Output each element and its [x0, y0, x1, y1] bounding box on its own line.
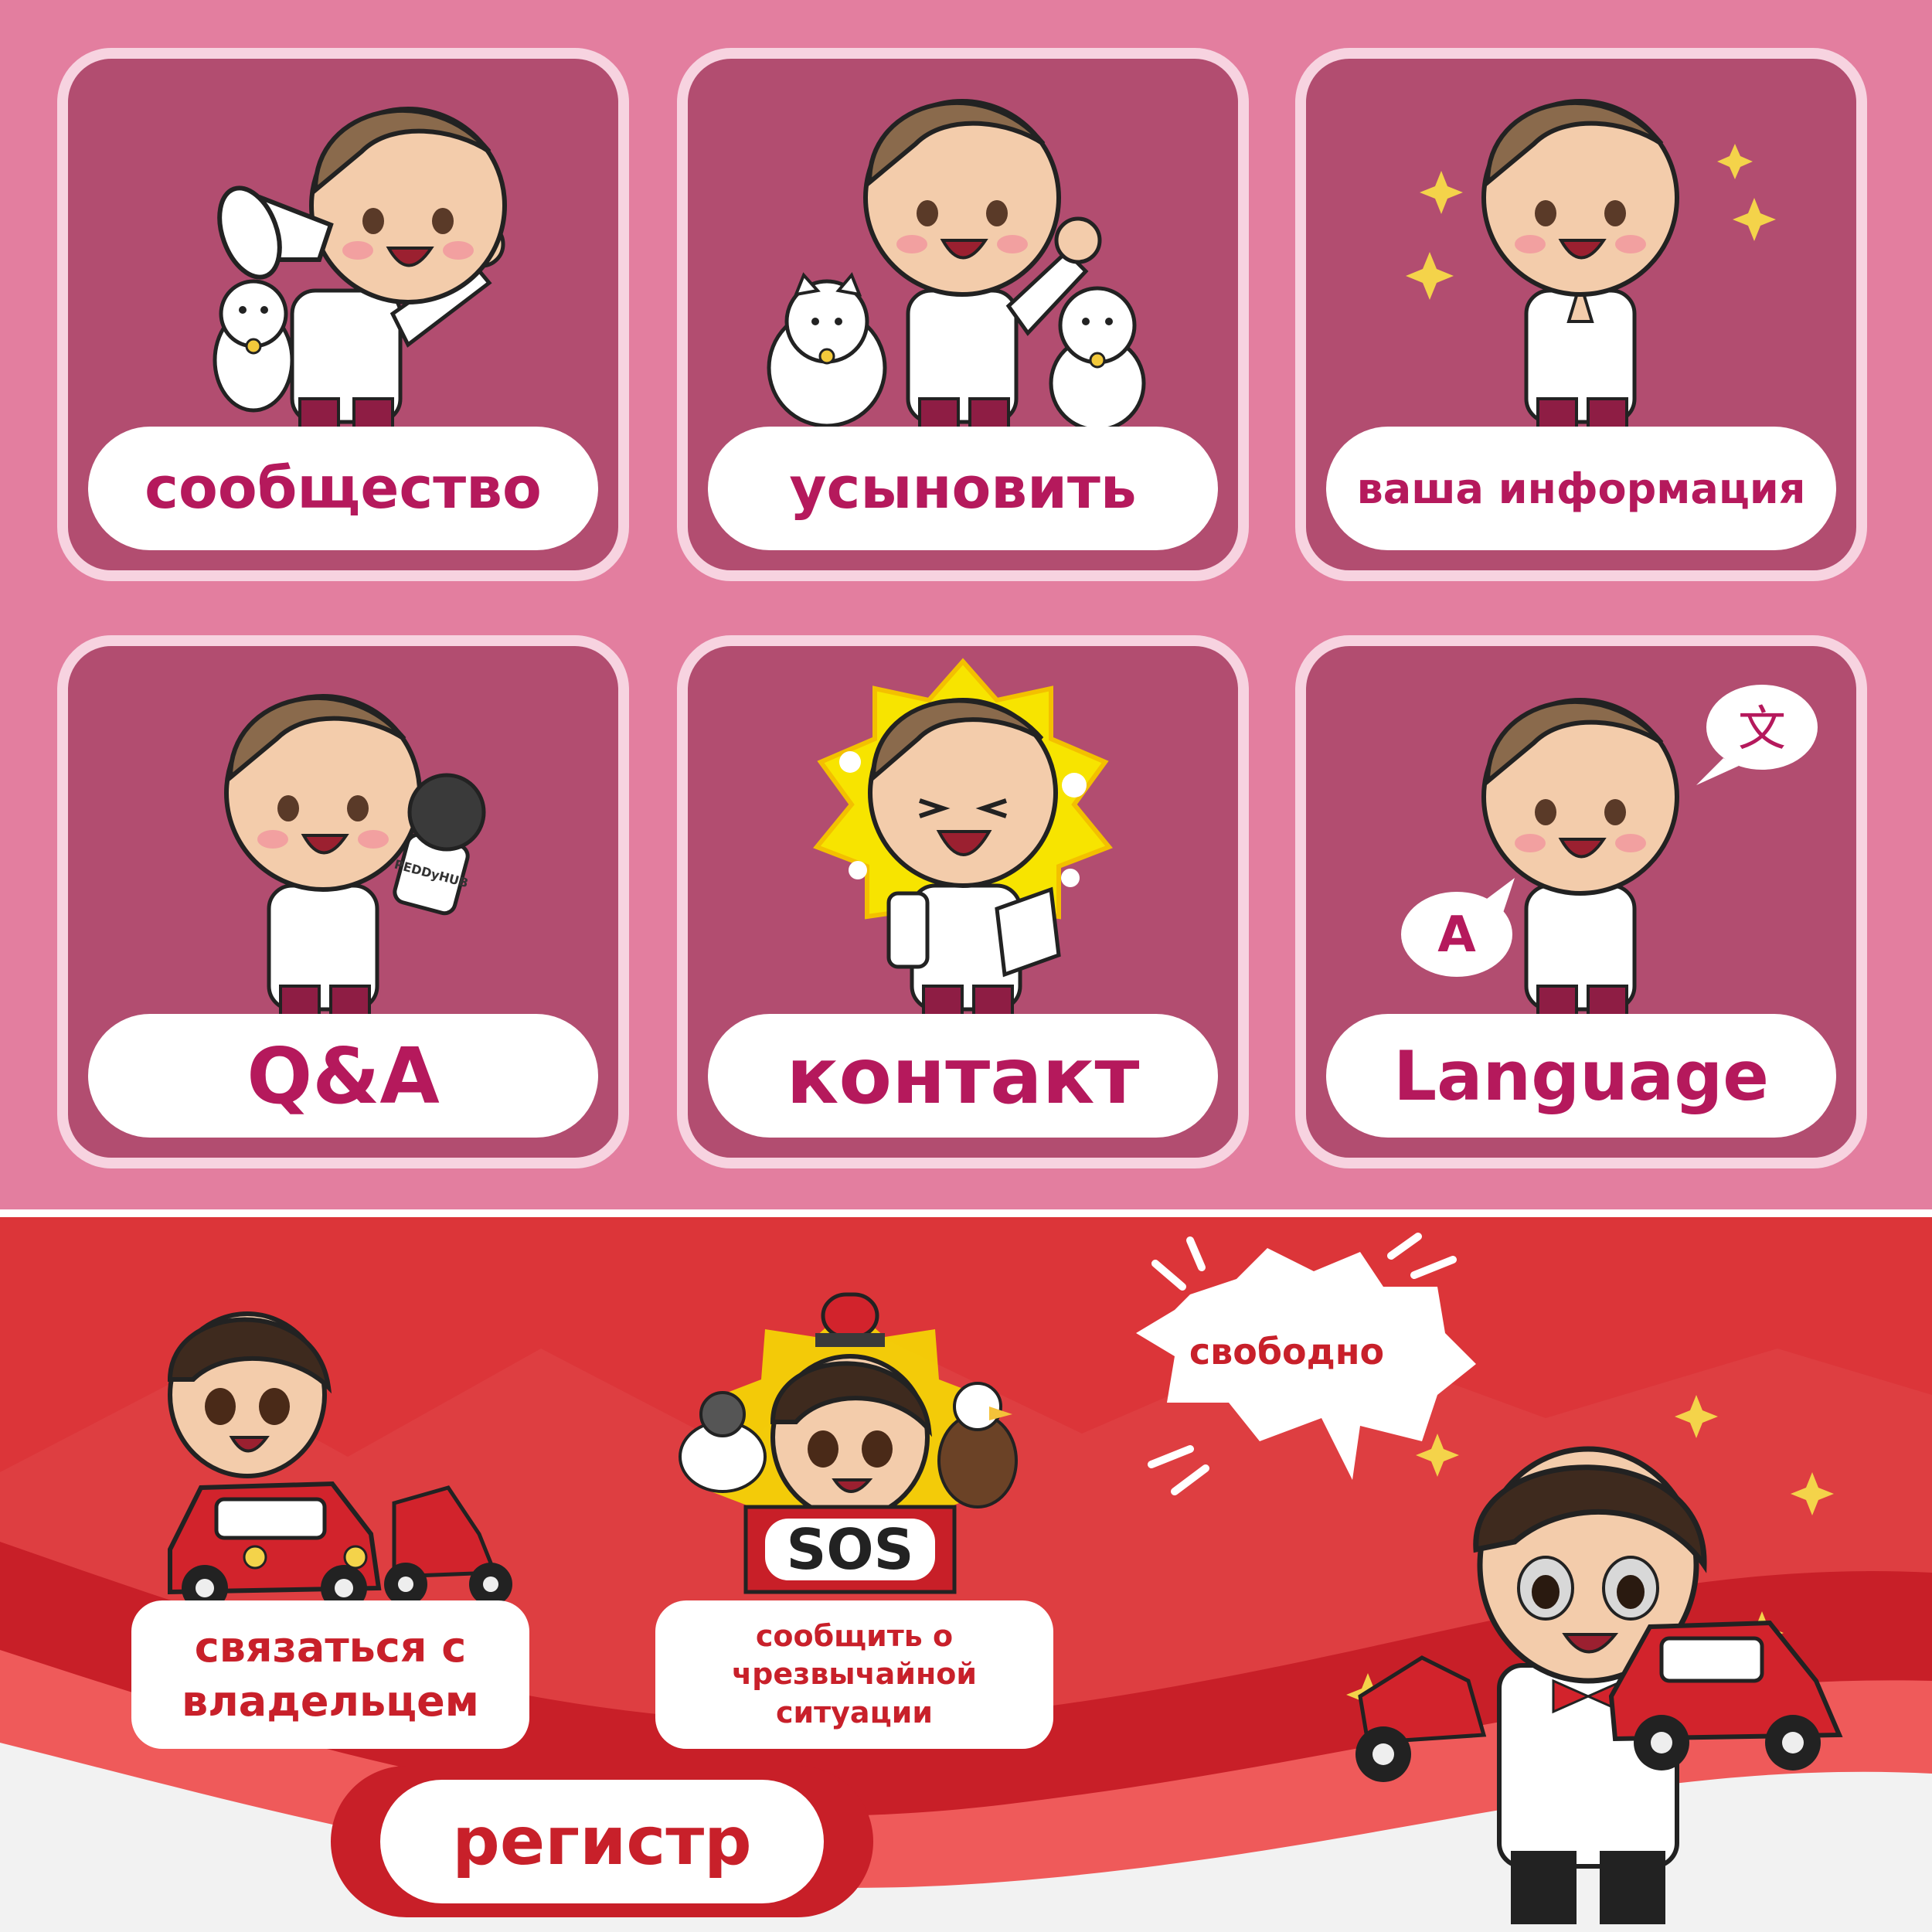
sos-sign-text: SOS [787, 1517, 914, 1582]
scooter-icon [1355, 1655, 1487, 1782]
your-info-card[interactable]: ваша информация [1295, 48, 1867, 581]
your-info-label: ваша информация [1326, 427, 1836, 550]
contact-label: контакт [708, 1014, 1218, 1138]
siren-icon [815, 1292, 885, 1347]
contact-card[interactable]: контакт [677, 635, 1249, 1168]
community-card[interactable]: сообщество [57, 48, 629, 581]
dog-icon [213, 279, 294, 413]
speech-bubble-icon: 文 [1696, 685, 1818, 785]
cat-icon [767, 272, 887, 428]
contact-owner-line2: владельцем [182, 1677, 479, 1726]
language-label: Language [1326, 1014, 1836, 1138]
sos-illustration: SOS [679, 1292, 1018, 1594]
services-section: SOS свободно связаться с владельцем сооб… [0, 1209, 1932, 1932]
doctor-language-illustration: A 文 [1401, 685, 1818, 1019]
doctor-microphone-illustration: PEDDyHUB [224, 694, 486, 1019]
report-emergency-line2: чрезвычайной [732, 1657, 977, 1692]
car-icon [168, 1481, 382, 1611]
svg-text:A: A [1437, 906, 1476, 964]
report-emergency-line1: сообщить о [755, 1618, 954, 1653]
adopt-card[interactable]: усыновить [677, 48, 1249, 581]
valet-character-illustration [1346, 1395, 1843, 1924]
doctor-praying-illustration [1406, 99, 1776, 431]
doctor-pets-illustration [767, 99, 1146, 432]
menu-section: сообщество усыновить ваша информация PED… [0, 0, 1932, 1209]
register-label: регистр [380, 1780, 824, 1903]
contact-owner-button[interactable]: связаться с владельцем [131, 1600, 529, 1749]
adopt-label: усыновить [708, 427, 1218, 550]
register-button[interactable]: регистр [331, 1766, 873, 1917]
qa-card[interactable]: PEDDyHUB Q&A [57, 635, 629, 1168]
scooter-icon [384, 1485, 512, 1606]
doctor-megaphone-illustration [213, 107, 507, 431]
speech-bubble-icon: A [1401, 878, 1515, 977]
speech-bubble-text: свободно [1189, 1331, 1384, 1372]
dog-icon [1049, 286, 1146, 432]
community-label: сообщество [88, 427, 598, 550]
svg-text:文: 文 [1738, 700, 1786, 757]
report-emergency-line3: ситуации [775, 1695, 933, 1730]
doctor-contact-illustration [813, 658, 1113, 1019]
contact-owner-line1: связаться с [194, 1622, 467, 1672]
car-icon [1608, 1620, 1843, 1770]
phone-icon [886, 891, 930, 969]
contact-owner-illustration [167, 1311, 512, 1611]
language-card[interactable]: A 文 Language [1295, 635, 1867, 1168]
report-emergency-button[interactable]: сообщить о чрезвычайной ситуации [655, 1600, 1053, 1749]
qa-label: Q&A [88, 1014, 598, 1138]
